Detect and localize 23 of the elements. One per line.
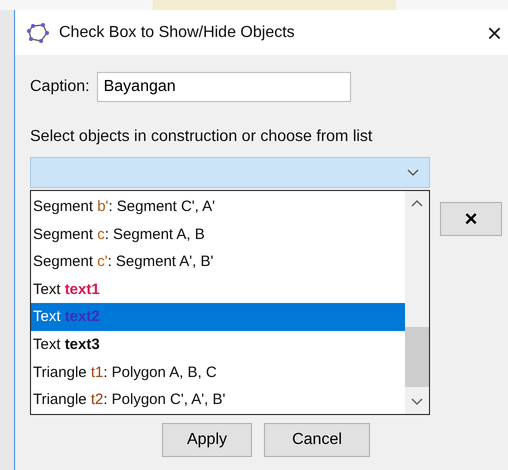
scroll-up-icon[interactable] bbox=[411, 199, 423, 207]
list-item[interactable]: Text text2 bbox=[31, 303, 405, 331]
cancel-button[interactable]: Cancel bbox=[264, 423, 370, 457]
caption-field[interactable]: Bayangan bbox=[96, 72, 351, 102]
list-item[interactable]: Triangle t1: Polygon A, B, C bbox=[31, 358, 405, 386]
list-item[interactable]: Segment c: Segment A, B bbox=[31, 220, 405, 248]
list-item[interactable]: Text text1 bbox=[31, 276, 405, 304]
list-item[interactable]: Triangle t2: Polygon C', A', B' bbox=[31, 386, 405, 414]
close-button[interactable]: × bbox=[480, 20, 508, 46]
scrollbar[interactable] bbox=[405, 191, 429, 414]
list-item[interactable]: Text text3 bbox=[31, 330, 405, 359]
select-label: Select objects in construction or choose from list bbox=[30, 128, 374, 146]
apply-button[interactable]: Apply bbox=[162, 423, 252, 457]
object-dropdown[interactable] bbox=[30, 157, 430, 188]
caption-label: Caption: bbox=[30, 78, 90, 96]
list-item[interactable]: Segment b': Segment C', A' bbox=[31, 193, 405, 221]
scrollbar-thumb[interactable] bbox=[405, 327, 429, 387]
window-title: Check Box to Show/Hide Objects bbox=[59, 24, 296, 42]
remove-button[interactable]: × bbox=[440, 202, 502, 236]
chevron-down-icon bbox=[407, 168, 419, 176]
polygon-icon bbox=[27, 22, 49, 42]
scroll-down-icon[interactable] bbox=[411, 398, 423, 406]
list-item[interactable]: Segment c': Segment A', B' bbox=[31, 248, 405, 276]
